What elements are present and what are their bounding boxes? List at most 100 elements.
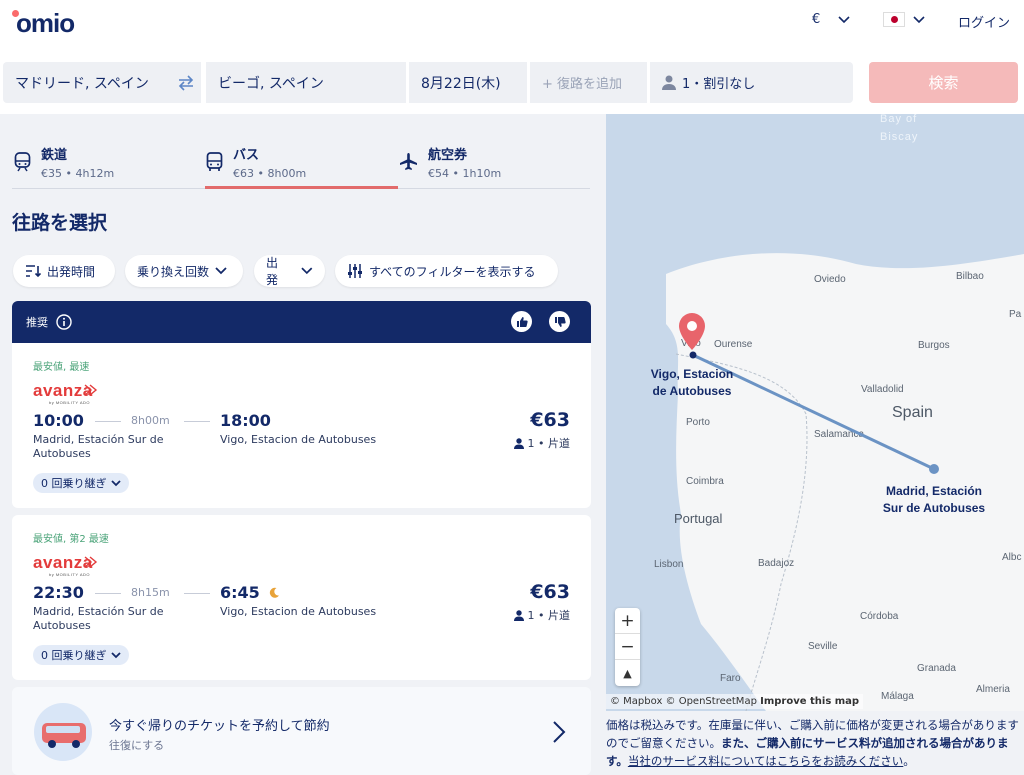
chevron-down-icon [913,15,925,23]
chevron-down-icon [110,651,121,658]
currency-selector[interactable]: € [812,12,850,27]
transfers-toggle[interactable]: 0 回乗り継ぎ [33,473,129,493]
passenger-info: 1 • 片道 [513,435,570,451]
arrival-station: Vigo, Estacion de Autobuses [220,605,377,618]
moon-icon [270,587,280,598]
duration-line [184,421,210,422]
map-label-salamanca: Salamanca [814,429,864,440]
promo-title: 今すぐ帰りのチケットを予約して節約 [109,719,330,734]
login-link[interactable]: ログイン [958,12,1010,31]
brand-chevron-icon [84,384,98,396]
transfers-label: 0 回乗り継ぎ [41,477,107,490]
search-button[interactable]: 検索 [869,62,1018,103]
login-label: ログイン [958,16,1011,31]
recommended-header: 推奨 [12,301,591,343]
thumbs-up-button[interactable] [511,311,532,332]
transfers-toggle[interactable]: 0 回乗り継ぎ [33,645,129,665]
tab-flight-label: 航空券 [428,148,468,163]
chevron-down-icon [215,267,227,275]
duration-line [95,593,121,594]
map-canvas: Bay of Biscay Oviedo Bilbao Pa Vigo Oure… [651,114,1024,711]
all-filters-label: すべてのフィルターを表示する [369,264,536,279]
map-label-albc: Albc [1002,552,1021,563]
sort-departure-time-button[interactable]: 出発時間 [13,255,115,287]
price: €63 [530,409,570,431]
result-card[interactable]: 最安値, 最速 avanza by MOBILITY ADO 10:00 8h00… [12,343,591,508]
route-map[interactable]: Bay of Biscay Oviedo Bilbao Pa Vigo Oure… [606,114,1024,711]
map-attribution-text: © Mapbox © OpenStreetMap [610,696,757,707]
duration-line [95,421,121,422]
zoom-in-button[interactable]: + [615,608,640,634]
map-label-badajoz: Badajoz [758,558,794,569]
brand-chevron-icon [84,556,98,568]
passenger-info: 1 • 片道 [513,607,570,623]
chevron-right-icon[interactable] [552,720,566,744]
map-label-ourense: Ourense [714,339,753,350]
chevron-down-icon [301,267,313,275]
tab-bus-label: バス [233,148,260,163]
tab-flight[interactable]: 航空券 €54 • 1h10m [399,144,501,188]
arrival-time-wrap: 6:45 [220,583,280,602]
sort-icon [26,265,41,278]
map-label-seville: Seville [808,641,838,652]
all-filters-button[interactable]: すべてのフィルターを表示する [335,255,558,287]
chevron-down-icon [838,15,850,23]
omio-logo[interactable]: omio [12,8,75,39]
zoom-out-button[interactable]: − [615,634,640,660]
date-value: 8月22日(木) [421,75,501,92]
japan-flag-icon [883,12,905,27]
tab-train[interactable]: 鉄道 €35 • 4h12m [14,144,114,188]
top-bar: omio € ログイン [0,0,1024,50]
transfers-label: 0 回乗り継ぎ [41,649,107,662]
result-card[interactable]: 最安値, 第2 最速 avanza by MOBILITY ADO 22:30 8… [12,515,591,680]
map-label-granada: Granada [917,663,956,674]
service-fee-link[interactable]: 当社のサービス料についてはこちらをお読みください [628,754,903,768]
thumbs-down-button[interactable] [549,311,570,332]
arrival-time: 18:00 [220,411,271,430]
sliders-icon [348,264,362,278]
departure-filter[interactable]: 出発 [254,255,325,287]
date-field[interactable]: 8月22日(木) [409,62,527,103]
origin-field[interactable]: マドリード, スペイン [3,62,201,103]
destination-value: ビーゴ, スペイン [218,75,324,92]
departure-station: Madrid, Estación Sur de Autobuses [33,605,164,632]
zoom-in-icon: + [620,610,635,631]
duration-line [184,593,210,594]
map-label-oviedo: Oviedo [814,274,846,285]
info-icon[interactable] [56,314,72,330]
tab-flight-summary: €54 • 1h10m [428,167,502,180]
map-origin-label-2: Sur de Autobuses [883,501,986,515]
map-label-burgos: Burgos [918,340,950,351]
return-trip-promo[interactable]: 今すぐ帰りのチケットを予約して節約 往復にする [12,687,591,775]
map-label-faro: Faro [720,673,741,684]
train-icon [14,152,31,172]
tab-bus-summary: €63 • 8h00m [233,167,307,180]
language-selector[interactable] [883,12,925,27]
return-placeholder: + 復路を追加 [542,77,623,92]
map-label-almeria: Almeria [976,684,1010,695]
brand-subtitle: by MOBILITY ADO [49,400,90,405]
map-label-valladolid: Valladolid [861,384,904,395]
origin-value: マドリード, スペイン [15,75,149,92]
trip-duration: 8h00m [131,414,170,427]
tab-bus[interactable]: バス €63 • 8h00m [206,144,306,188]
transfers-filter[interactable]: 乗り換え回数 [125,255,243,287]
recommended-label: 推奨 [26,316,48,329]
map-label-bay: Bay of [880,114,917,125]
improve-map-link[interactable]: Improve this map [760,696,859,707]
passengers-field[interactable]: 1・割引なし [650,62,853,103]
person-icon [662,75,676,90]
return-field[interactable]: + 復路を追加 [530,62,647,103]
brand-subtitle: by MOBILITY ADO [49,572,90,577]
map-label-spain: Spain [892,404,933,421]
destination-dot [689,351,697,359]
zoom-out-icon: − [620,636,635,657]
result-tag: 最安値, 第2 最速 [33,534,109,545]
origin-dot [929,464,939,474]
results-panel: 鉄道 €35 • 4h12m バス €63 • 8h00m 航空券 €54 • 1h1… [0,114,606,775]
map-label-bay2: Biscay [880,131,918,143]
swap-icon[interactable] [177,75,195,91]
map-label-porto: Porto [686,417,710,428]
compass-button[interactable]: ▲ [615,660,640,686]
destination-field[interactable]: ビーゴ, スペイン [206,62,406,103]
